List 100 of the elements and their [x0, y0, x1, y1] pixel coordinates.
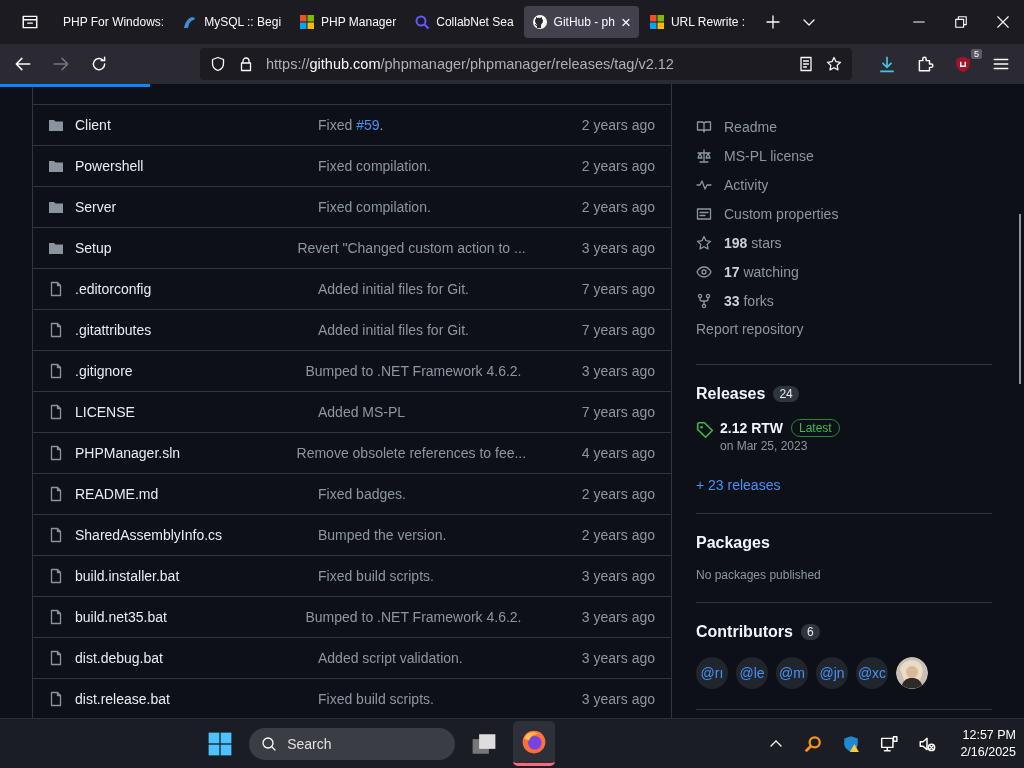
tab-overview-icon[interactable]	[21, 13, 39, 31]
commit-message[interactable]: Fixed build scripts.	[318, 568, 434, 584]
commit-date: 2 years ago	[580, 527, 656, 543]
taskbar-search[interactable]: Search	[249, 727, 456, 760]
commit-date: 3 years ago	[580, 363, 656, 379]
file-name-link[interactable]: dist.release.bat	[75, 691, 170, 707]
fox-browser-icon[interactable]	[521, 729, 548, 755]
file-name-link[interactable]: SharedAssemblyInfo.cs	[75, 527, 223, 543]
new-tab-icon[interactable]	[765, 14, 782, 30]
contributor-avatar[interactable]: @le	[736, 657, 768, 689]
commit-date: 7 years ago	[580, 322, 656, 338]
file-name-link[interactable]: .gitattributes	[75, 322, 152, 338]
file-name-link[interactable]: Setup	[75, 240, 112, 256]
reload-icon[interactable]	[90, 55, 108, 73]
file-name-link[interactable]: build.net35.bat	[75, 609, 167, 625]
windows-logo-icon	[299, 14, 316, 30]
browser-tab[interactable]: URL Rewrite :	[640, 6, 754, 38]
commit-date: 3 years ago	[580, 568, 656, 584]
commit-date: 7 years ago	[580, 281, 656, 297]
star-icon[interactable]	[826, 56, 842, 72]
browser-tab[interactable]: CollabNet Sea	[406, 6, 522, 38]
commit-message[interactable]: Added script validation.	[318, 650, 463, 666]
about-link[interactable]: 33 forks	[724, 292, 774, 309]
tab-close-button[interactable]: ×	[620, 13, 631, 31]
section-heading[interactable]: Contributors	[696, 623, 793, 641]
forward-icon	[52, 55, 70, 73]
file-name-link[interactable]: PHPManager.sln	[75, 445, 181, 461]
commit-date: 2 years ago	[580, 158, 656, 174]
file-name-link[interactable]: .gitignore	[75, 363, 133, 379]
contributor-avatar[interactable]: @xc	[856, 657, 888, 689]
commit-date: 2 years ago	[580, 117, 656, 133]
file-name-link[interactable]: Client	[75, 117, 111, 133]
report-link[interactable]: Report repository	[696, 315, 992, 344]
magnifier-icon[interactable]	[804, 734, 823, 753]
browser-tab[interactable]: PHP Manager	[291, 6, 405, 38]
network-icon[interactable]	[880, 734, 899, 753]
commit-message[interactable]: Bumped to .NET Framework 4.6.2.	[305, 609, 522, 625]
about-link[interactable]: Activity	[724, 176, 769, 193]
scale-icon	[696, 147, 712, 164]
release-link[interactable]: 2.12 RTW	[720, 420, 783, 436]
browser-tab[interactable]: PHP For Windows:	[49, 6, 173, 38]
about-link[interactable]: Custom properties	[724, 205, 839, 222]
clock-time[interactable]: 12:57 PM	[962, 728, 1016, 742]
file-icon	[48, 568, 64, 584]
commit-message[interactable]: Added initial files for Git.	[318, 322, 469, 338]
file-name-link[interactable]: .editorconfig	[75, 281, 152, 297]
contributor-avatar[interactable]: @jn	[816, 657, 848, 689]
count-badge: 6	[800, 624, 820, 640]
count-badge: 5	[971, 49, 982, 59]
commit-message[interactable]: Fixed compilation.	[318, 158, 431, 174]
commit-message[interactable]: Fixed badges.	[318, 486, 406, 502]
file-name-link[interactable]: dist.debug.bat	[75, 650, 163, 666]
file-name-link[interactable]: Server	[75, 199, 117, 215]
file-name-link[interactable]: build.installer.bat	[75, 568, 180, 584]
close-icon[interactable]	[996, 15, 1010, 29]
file-icon	[48, 404, 64, 420]
puzzle-piece-icon[interactable]	[916, 55, 934, 73]
about-link[interactable]: Readme	[724, 118, 777, 135]
about-link[interactable]: 17 watching	[724, 263, 799, 280]
commit-message[interactable]: Fixed build scripts.	[318, 691, 434, 707]
contributor-avatar[interactable]: @m	[776, 657, 808, 689]
commit-message[interactable]: Fixed #59.	[318, 117, 384, 133]
file-icon	[48, 650, 64, 666]
file-name-link[interactable]: Powershell	[75, 158, 144, 174]
commit-message[interactable]: Revert "Changed custom action to ...	[297, 240, 526, 256]
file-name-link[interactable]: LICENSE	[75, 404, 135, 420]
shield-extension-icon[interactable]	[954, 55, 972, 73]
shield-warning-icon[interactable]	[842, 734, 861, 753]
section-heading[interactable]: Releases	[696, 385, 766, 403]
lock-icon	[238, 56, 254, 72]
note-icon	[696, 205, 712, 222]
empty-note: No packages published	[696, 568, 822, 582]
commit-message[interactable]: Added initial files for Git.	[318, 281, 469, 297]
scrollbar-thumb[interactable]	[1019, 214, 1021, 384]
browser-tab[interactable]: MySQL :: Begi	[174, 6, 290, 38]
contributor-avatar[interactable]: @rı	[696, 657, 728, 689]
clock-date[interactable]: 2/16/2025	[960, 745, 1016, 759]
download-icon[interactable]	[878, 55, 896, 73]
commit-date: 4 years ago	[580, 445, 656, 461]
commit-message[interactable]: Added MS-PL	[318, 404, 406, 420]
address-bar[interactable]: https://github.com/phpmanager/phpmanager/releases/tag/v2.12	[200, 48, 852, 80]
commit-message[interactable]: Fixed compilation.	[318, 199, 431, 215]
commit-date: 7 years ago	[580, 404, 656, 420]
about-link[interactable]: 198 stars	[724, 234, 782, 251]
commit-message[interactable]: Remove obsolete references to fee...	[296, 445, 527, 461]
tag-icon	[696, 421, 714, 439]
restore-icon[interactable]	[954, 15, 968, 29]
windows-start-icon[interactable]	[207, 730, 234, 757]
about-link[interactable]: MS-PL license	[724, 147, 814, 164]
file-icon	[48, 322, 64, 338]
cat-logo-icon	[531, 14, 548, 30]
browser-tab[interactable]: GitHub - ph ×	[523, 6, 639, 38]
commit-date: 3 years ago	[580, 650, 656, 666]
reader-view-icon[interactable]	[798, 56, 814, 72]
commit-message[interactable]: Bumped to .NET Framework 4.6.2.	[305, 363, 522, 379]
file-name-link[interactable]: README.md	[75, 486, 159, 502]
section-heading[interactable]: Packages	[696, 534, 770, 552]
back-icon[interactable]	[14, 55, 32, 73]
commit-message[interactable]: Bumped the version.	[318, 527, 447, 543]
more-releases-link[interactable]: + 23 releases	[696, 477, 992, 493]
